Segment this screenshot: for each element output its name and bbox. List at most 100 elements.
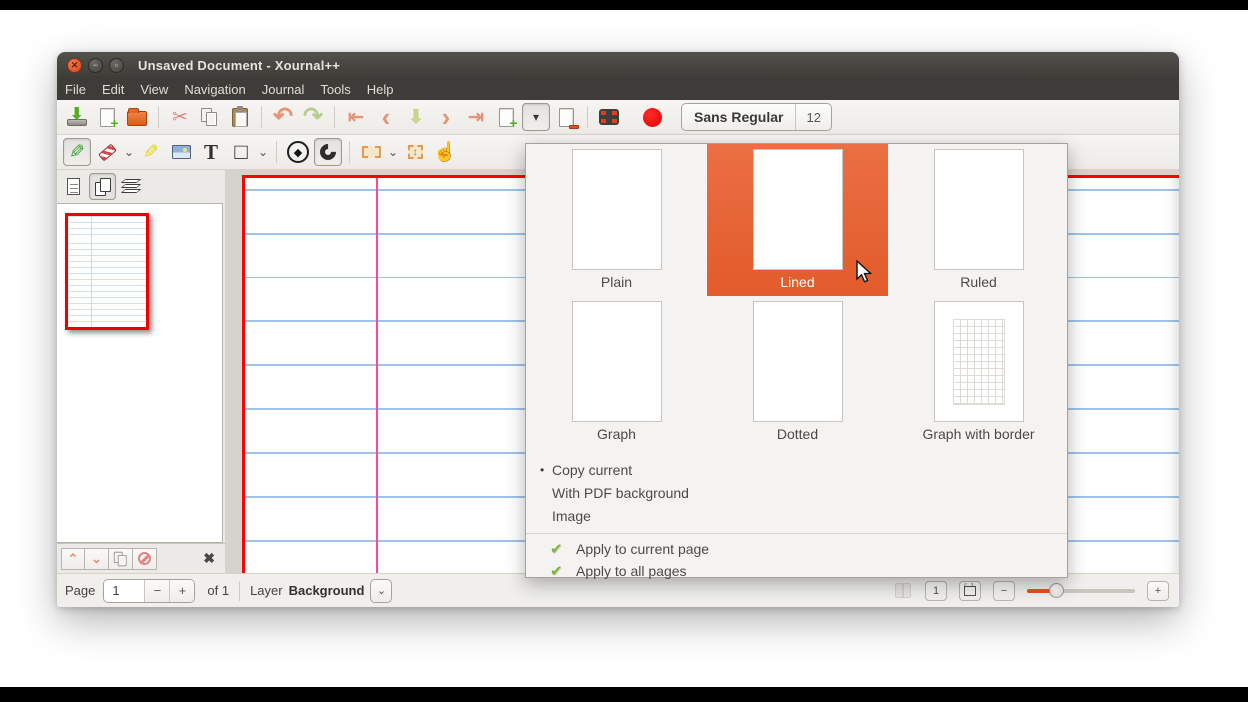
template-label: Plain	[601, 274, 632, 290]
template-label: Dotted	[777, 426, 818, 442]
previous-page-button[interactable]: ‹	[372, 103, 400, 131]
redo-icon: ↷	[303, 105, 323, 129]
layer-dropdown-button[interactable]: ⌄	[370, 579, 392, 603]
menu-tools[interactable]: Tools	[312, 80, 358, 99]
option-image[interactable]: Image	[526, 504, 1067, 527]
fullscreen-button[interactable]	[595, 103, 623, 131]
menu-file[interactable]: File	[57, 80, 94, 99]
eraser-options-chevron[interactable]: ⌄	[122, 145, 136, 159]
apply-to-current-page[interactable]: ✔ Apply to current page	[526, 538, 1067, 560]
template-label: Graph	[597, 426, 636, 442]
toolbar-separator	[158, 106, 159, 128]
page-number-input[interactable]: 1	[104, 580, 144, 602]
sidebar-tab-contents[interactable]	[60, 173, 87, 200]
move-page-down-button[interactable]: ⌄	[85, 548, 109, 570]
redo-button[interactable]: ↷	[299, 103, 327, 131]
toolbar-separator	[261, 106, 262, 128]
copy-icon	[201, 108, 219, 126]
option-with-pdf-background[interactable]: With PDF background	[526, 481, 1067, 504]
save-button[interactable]: ⬇	[63, 103, 91, 131]
insert-page-button[interactable]: +	[492, 103, 520, 131]
template-dotted[interactable]: Dotted	[707, 296, 888, 450]
graph-with-border-preview	[934, 301, 1024, 422]
zoom-out-button[interactable]: −	[993, 581, 1015, 601]
move-page-up-button[interactable]: ⌃	[61, 548, 85, 570]
last-page-button[interactable]: ⇥	[462, 103, 490, 131]
sidebar-footer: ⌃ ⌄ ✖	[57, 543, 225, 573]
vertical-space-button[interactable]: ↕	[401, 138, 429, 166]
paste-button[interactable]	[226, 103, 254, 131]
fullscreen-icon	[599, 109, 619, 125]
shape-tool-button[interactable]: □	[227, 138, 255, 166]
template-ruled[interactable]: Ruled	[888, 144, 1069, 296]
text-tool-button[interactable]: T	[197, 138, 225, 166]
stop-button[interactable]	[133, 548, 157, 570]
zoom-in-button[interactable]: +	[1147, 581, 1169, 601]
menu-help[interactable]: Help	[359, 80, 402, 99]
zoom-slider[interactable]	[1027, 589, 1135, 593]
menu-journal[interactable]: Journal	[254, 80, 313, 99]
save-icon: ⬇	[67, 108, 87, 126]
sidebar-tab-layers[interactable]	[118, 173, 145, 200]
next-page-button[interactable]: ›	[432, 103, 460, 131]
previous-page-icon: ‹	[382, 104, 391, 130]
minimize-window-icon[interactable]: −	[88, 58, 103, 73]
undo-button[interactable]: ↶	[269, 103, 297, 131]
hand-tool-button[interactable]: ☝	[431, 138, 459, 166]
template-label: Ruled	[960, 274, 997, 290]
apply-to-all-pages[interactable]: ✔ Apply to all pages	[526, 560, 1067, 582]
template-graph-with-border[interactable]: Graph with border	[888, 296, 1069, 450]
cut-icon: ✂	[172, 108, 188, 127]
record-button[interactable]	[638, 103, 666, 131]
highlighter-tool-button[interactable]: ✎	[137, 138, 165, 166]
undo-icon: ↶	[273, 105, 293, 129]
open-button[interactable]	[123, 103, 151, 131]
toolbar-separator	[587, 106, 588, 128]
page-template-dropdown-button[interactable]: ▾	[522, 103, 550, 131]
new-document-button[interactable]: +	[93, 103, 121, 131]
first-page-button[interactable]: ⇤	[342, 103, 370, 131]
close-sidebar-icon[interactable]: ✖	[203, 550, 215, 567]
font-size: 12	[795, 104, 830, 130]
image-tool-button[interactable]	[167, 138, 195, 166]
close-window-icon[interactable]: ✕	[67, 58, 82, 73]
zoom-100-button[interactable]: 1	[925, 581, 947, 601]
copy-button[interactable]	[196, 103, 224, 131]
pen-tool-button[interactable]: ✎	[63, 138, 91, 166]
toolbar-separator	[334, 106, 335, 128]
eraser-tool-button[interactable]	[93, 138, 121, 166]
page-decrement-button[interactable]: −	[144, 580, 169, 602]
menu-navigation[interactable]: Navigation	[176, 80, 253, 99]
sidebar-tab-pages[interactable]	[89, 173, 116, 200]
select-options-chevron[interactable]: ⌄	[386, 145, 400, 159]
zoom-fit-button[interactable]	[959, 581, 981, 601]
snapping-button[interactable]	[314, 138, 342, 166]
template-plain[interactable]: Plain	[526, 144, 707, 296]
page-label: Page	[65, 583, 95, 598]
delete-page-button[interactable]	[552, 103, 580, 131]
shape-recognizer-button[interactable]: ◆	[284, 138, 312, 166]
template-graph[interactable]: Graph	[526, 296, 707, 450]
copy-page-button[interactable]	[109, 548, 133, 570]
sidebar: ⌃ ⌄ ✖	[57, 170, 225, 573]
maximize-window-icon[interactable]: ▫	[109, 58, 124, 73]
mouse-cursor	[855, 260, 873, 284]
page-spinner: 1 − +	[103, 579, 195, 603]
page-thumbnail[interactable]	[65, 213, 149, 330]
shape-recognizer-icon: ◆	[287, 141, 309, 163]
menu-view[interactable]: View	[132, 80, 176, 99]
page-template-popup: Plain Lined Ruled Graph Dotted Graph wit…	[525, 143, 1068, 578]
select-rectangle-button[interactable]	[357, 138, 385, 166]
menu-edit[interactable]: Edit	[94, 80, 132, 99]
next-annotated-page-button[interactable]: ⬇	[402, 103, 430, 131]
zoom-slider-handle[interactable]	[1049, 583, 1064, 598]
shape-options-chevron[interactable]: ⌄	[256, 145, 270, 159]
layer-label: Layer	[250, 583, 283, 598]
paste-icon	[232, 108, 248, 127]
cut-button[interactable]: ✂	[166, 103, 194, 131]
option-copy-current[interactable]: • Copy current	[526, 458, 1067, 481]
font-button[interactable]: Sans Regular 12	[681, 103, 832, 131]
check-icon: ✔	[550, 562, 576, 580]
page-increment-button[interactable]: +	[169, 580, 194, 602]
layer-value: Background	[289, 583, 365, 598]
